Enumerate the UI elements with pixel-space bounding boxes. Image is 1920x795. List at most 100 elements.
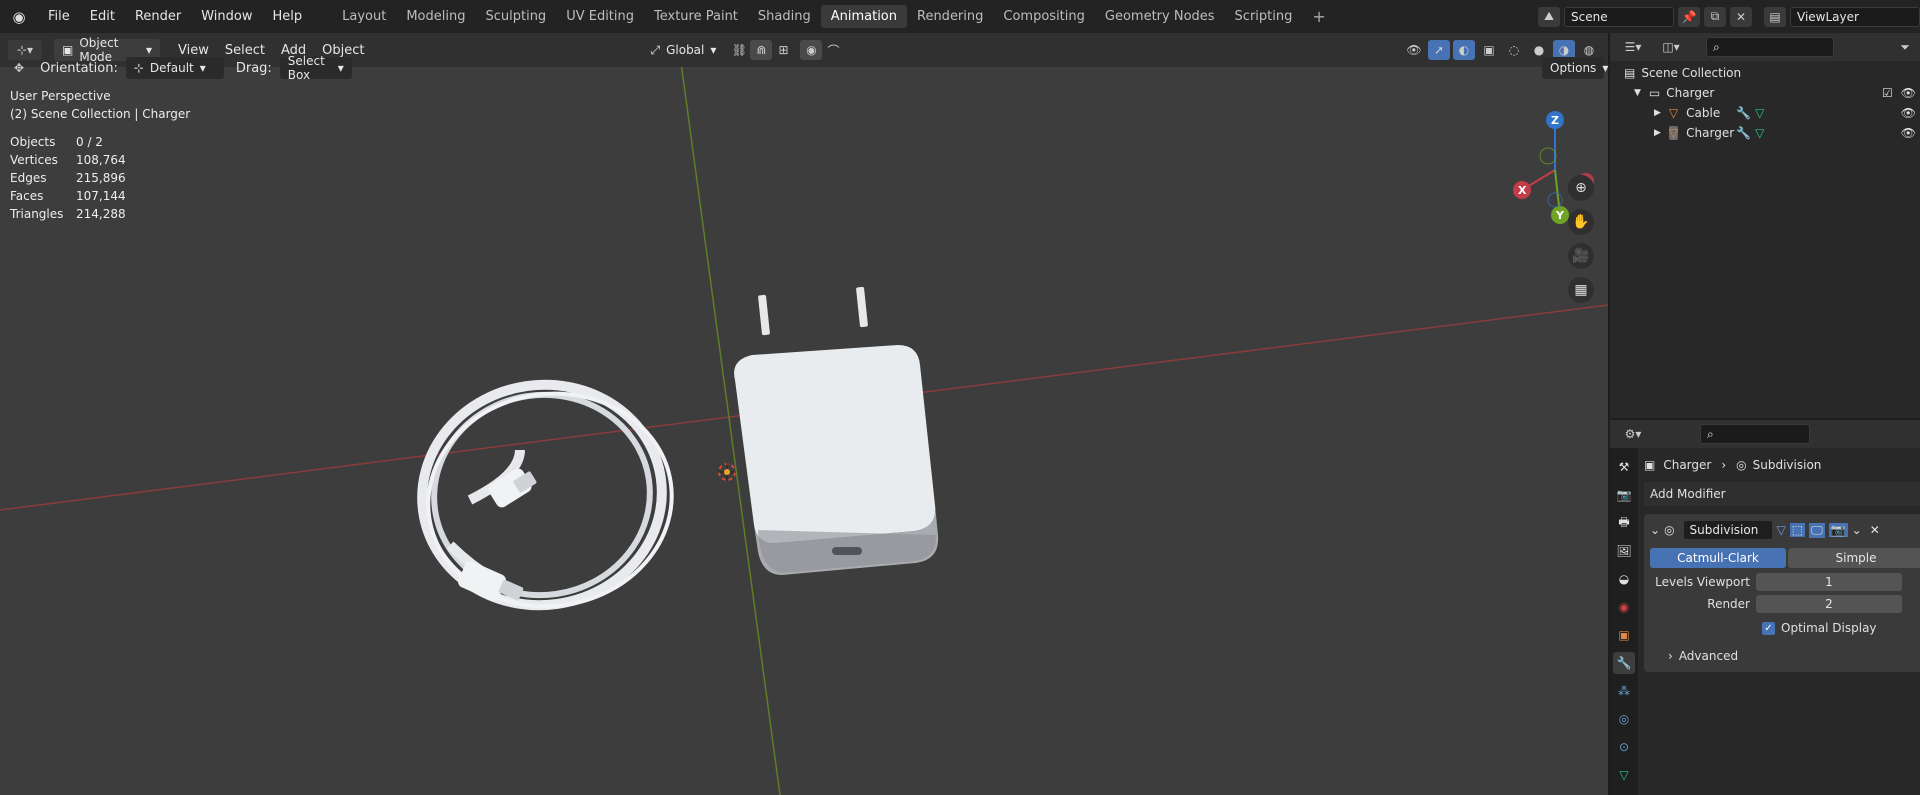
cage-toggle-icon[interactable]: ⬚ (1789, 523, 1806, 537)
advanced-subpanel[interactable]: › Advanced (1644, 646, 1920, 666)
pin-icon[interactable]: 📌 (1678, 6, 1700, 27)
modifier-header: ⌄ ◎ Subdivision ▽ ⬚ 🖵 📷 ⌄ ✕ (1644, 518, 1920, 542)
render-tab-icon[interactable]: 📷 (1613, 484, 1635, 506)
menu-help[interactable]: Help (263, 9, 313, 24)
delete-scene-icon[interactable]: ✕ (1730, 6, 1752, 27)
subdivision-modifier-panel: ⌄ ◎ Subdivision ▽ ⬚ 🖵 📷 ⌄ ✕ Catmull-Clar… (1644, 514, 1920, 672)
tab-sculpting[interactable]: Sculpting (475, 5, 556, 28)
viewport-toggle-icon[interactable]: 🖵 (1809, 522, 1825, 538)
tab-animation[interactable]: Animation (820, 5, 907, 28)
tab-rendering[interactable]: Rendering (907, 5, 993, 28)
viewport-stats: User Perspective (2) Scene Collection | … (10, 87, 190, 223)
modifier-tab-icon[interactable]: 🔧 (1613, 652, 1635, 674)
tree-item-cable[interactable]: ▶ ▽ Cable 🔧 ▽ 👁 (1610, 103, 1920, 123)
gizmo-z-label: Z (1551, 114, 1559, 127)
tree-scene-collection[interactable]: ▤ Scene Collection (1610, 63, 1920, 83)
cable-object[interactable] (408, 369, 686, 622)
optimal-display-checkbox[interactable]: ✓ (1762, 621, 1775, 635)
tab-compositing[interactable]: Compositing (993, 5, 1095, 28)
add-workspace-icon[interactable]: + (1302, 3, 1335, 30)
tab-geometry-nodes[interactable]: Geometry Nodes (1095, 5, 1225, 28)
modifier-wrench-icon[interactable]: 🔧 (1736, 106, 1751, 120)
view-layer-tab-icon[interactable]: 🖼 (1613, 540, 1635, 562)
tool-tab-icon[interactable]: ⚒ (1613, 456, 1635, 478)
properties-editor-type-icon[interactable]: ⚙▾ (1618, 424, 1648, 444)
data-tab-icon[interactable]: ▽ (1613, 764, 1635, 786)
physics-tab-icon[interactable]: ◎ (1613, 708, 1635, 730)
levels-viewport-field[interactable]: 1 (1756, 573, 1902, 591)
outliner-header: ☰▾ ◫▾ ⌕ ⏷ (1610, 33, 1920, 61)
collapse-arrow-icon[interactable]: ⌄ (1650, 523, 1660, 537)
modifier-name-field[interactable]: Subdivision (1682, 520, 1773, 540)
menu-file[interactable]: File (38, 9, 80, 24)
modifier-wrench-icon[interactable]: 🔧 (1736, 126, 1751, 140)
simple-button[interactable]: Simple (1788, 548, 1920, 568)
eye-icon[interactable]: 👁 (1901, 86, 1916, 100)
modifier-name: Subdivision (1689, 523, 1759, 537)
collection-label: Charger (1666, 86, 1715, 100)
expand-arrow-icon[interactable]: ▶ (1654, 108, 1661, 118)
eye-icon[interactable]: 👁 (1901, 106, 1916, 120)
move-tool-icon[interactable]: ✥ (14, 61, 24, 75)
world-tab-icon[interactable]: ◉ (1613, 596, 1635, 618)
constraints-tab-icon[interactable]: ⊙ (1613, 736, 1635, 758)
menu-render[interactable]: Render (125, 9, 191, 24)
orientation-dropdown[interactable]: ⊹ Default ▾ (125, 57, 224, 79)
catmull-clark-button[interactable]: Catmull-Clark (1650, 548, 1786, 568)
tree-charger-collection[interactable]: ▼ ▭ Charger ☑ 👁 (1610, 83, 1920, 103)
3d-viewport[interactable]: Z X Y User Perspective (2) Scene Collect… (0, 55, 1608, 795)
outliner-panel: ☰▾ ◫▾ ⌕ ⏷ ▤ Scene Collection ▼ ▭ Charger… (1610, 33, 1920, 418)
charger-object[interactable] (734, 286, 939, 575)
tab-uv-editing[interactable]: UV Editing (556, 5, 644, 28)
tab-scripting[interactable]: Scripting (1225, 5, 1303, 28)
expand-arrow-icon[interactable]: ▼ (1634, 88, 1641, 98)
outliner-editor-type-icon[interactable]: ☰▾ (1618, 37, 1648, 57)
camera-view-icon[interactable]: 🎥 (1568, 243, 1594, 269)
ortho-grid-icon[interactable]: ▦ (1568, 277, 1594, 303)
tree-item-charger[interactable]: ▶ ▽ Charger 🔧 ▽ 👁 (1610, 123, 1920, 143)
options-dropdown[interactable]: Options ▾ (1542, 57, 1608, 79)
eye-icon[interactable]: 👁 (1901, 126, 1916, 140)
menu-edit[interactable]: Edit (80, 9, 125, 24)
3d-cursor[interactable] (718, 463, 736, 481)
scene-name-field[interactable]: Scene (1564, 6, 1674, 27)
new-scene-icon[interactable]: ⧉ (1704, 6, 1726, 27)
mesh-data-icon[interactable]: ▽ (1755, 106, 1764, 120)
zoom-icon[interactable]: ⊕ (1568, 175, 1594, 201)
render-toggle-icon[interactable]: 📷 (1828, 523, 1848, 537)
chevron-down-icon[interactable]: ⌄ (1852, 523, 1862, 537)
tab-layout[interactable]: Layout (332, 5, 396, 28)
drag-dropdown[interactable]: Select Box ▾ (279, 54, 352, 82)
tab-shading[interactable]: Shading (748, 5, 821, 28)
scene-tab-icon[interactable]: ◒ (1613, 568, 1635, 590)
properties-search-field[interactable]: ⌕ (1700, 424, 1810, 444)
include-checkbox-icon[interactable]: ☑ (1882, 86, 1893, 100)
display-mode-icon[interactable]: ◫▾ (1656, 37, 1686, 57)
stat-triangles: Triangles 214,288 (10, 205, 190, 223)
tab-texture-paint[interactable]: Texture Paint (644, 5, 748, 28)
particles-tab-icon[interactable]: ⁂ (1613, 680, 1635, 702)
close-icon[interactable]: ✕ (1870, 523, 1880, 537)
add-modifier-button[interactable]: Add Modifier (1644, 482, 1920, 506)
edit-mode-toggle-icon[interactable]: ▽ (1777, 523, 1786, 537)
drag-value: Select Box (287, 54, 325, 82)
scene-selectors: ⛰ Scene 📌 ⧉ ✕ ▤ ViewLayer (1538, 4, 1920, 29)
blender-logo-icon[interactable]: ◉ (8, 8, 30, 26)
breadcrumb: ▣ Charger › ◎ Subdivision (1644, 450, 1920, 480)
viewlayer-browse-icon[interactable]: ▤ (1764, 6, 1786, 27)
menu-window[interactable]: Window (191, 9, 262, 24)
output-tab-icon[interactable]: 🖶 (1613, 512, 1635, 534)
filter-icon[interactable]: ⏷ (1894, 37, 1916, 57)
outliner-search-field[interactable]: ⌕ (1706, 37, 1834, 57)
chevron-right-icon: › (1668, 649, 1673, 663)
viewlayer-name-field[interactable]: ViewLayer (1790, 6, 1920, 27)
pan-hand-icon[interactable]: ✋ (1568, 209, 1594, 235)
expand-arrow-icon[interactable]: ▶ (1654, 128, 1661, 138)
object-tab-icon[interactable]: ▣ (1613, 624, 1635, 646)
scene-browse-icon[interactable]: ⛰ (1538, 6, 1560, 27)
render-levels-field[interactable]: 2 (1756, 595, 1902, 613)
mesh-data-icon[interactable]: ▽ (1755, 126, 1764, 140)
tab-modeling[interactable]: Modeling (396, 5, 475, 28)
render-levels-row: Render 2 (1644, 594, 1920, 614)
top-bar: ◉ File Edit Render Window Help Layout Mo… (0, 0, 1920, 33)
